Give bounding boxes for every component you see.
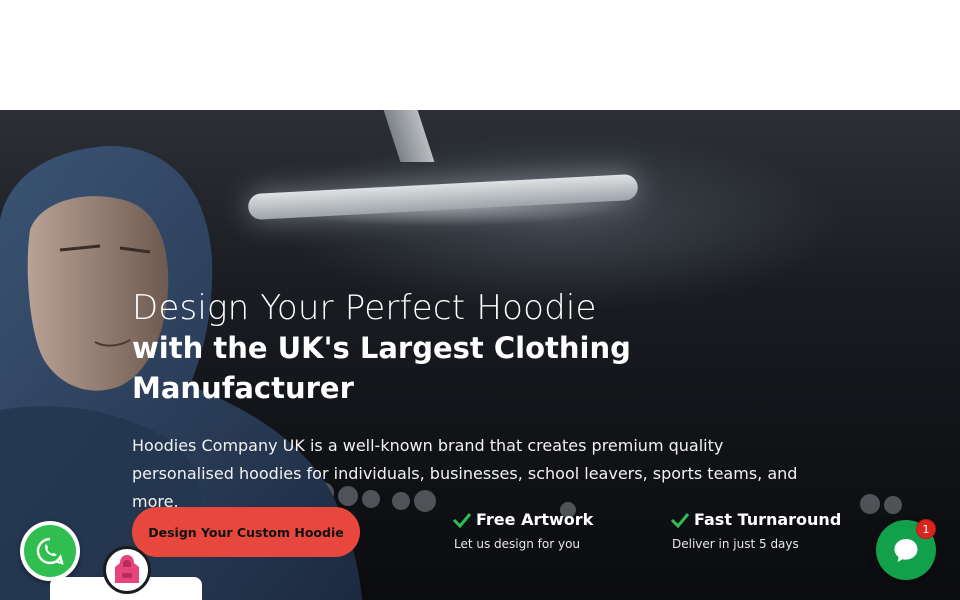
feature-free-artwork: Free Artwork Let us design for you bbox=[452, 510, 593, 551]
feature-subtitle: Let us design for you bbox=[454, 537, 581, 551]
whatsapp-button[interactable] bbox=[20, 521, 80, 581]
check-icon bbox=[452, 512, 472, 528]
feature-title: Free Artwork bbox=[476, 510, 594, 529]
hero-intro: Hoodies Company UK is a well-known brand… bbox=[132, 436, 798, 511]
hero-headline: Design Your Perfect Hoodie bbox=[132, 288, 597, 328]
hero-banner: Design Your Perfect Hoodie with the UK's… bbox=[0, 110, 960, 600]
bokeh-light bbox=[884, 496, 902, 514]
chat-icon bbox=[894, 539, 918, 562]
feature-fast-turnaround: Fast Turnaround Deliver in just 5 days bbox=[670, 510, 841, 551]
design-custom-hoodie-button[interactable]: Design Your Custom Hoodie bbox=[132, 507, 360, 557]
hoodie-icon bbox=[115, 555, 139, 583]
feature-subtitle: Deliver in just 5 days bbox=[672, 537, 799, 551]
whatsapp-icon bbox=[36, 537, 64, 565]
hero-text: Design Your Perfect Hoodie with the UK's… bbox=[132, 288, 832, 516]
check-icon bbox=[670, 512, 690, 528]
feature-title: Fast Turnaround bbox=[694, 510, 842, 529]
bokeh-light bbox=[860, 494, 880, 514]
hero-subheadline: with the UK's Largest Clothing Manufactu… bbox=[132, 331, 631, 405]
chat-unread-badge: 1 bbox=[916, 519, 936, 539]
hoodie-badge[interactable] bbox=[103, 546, 151, 594]
site-header bbox=[0, 0, 960, 110]
